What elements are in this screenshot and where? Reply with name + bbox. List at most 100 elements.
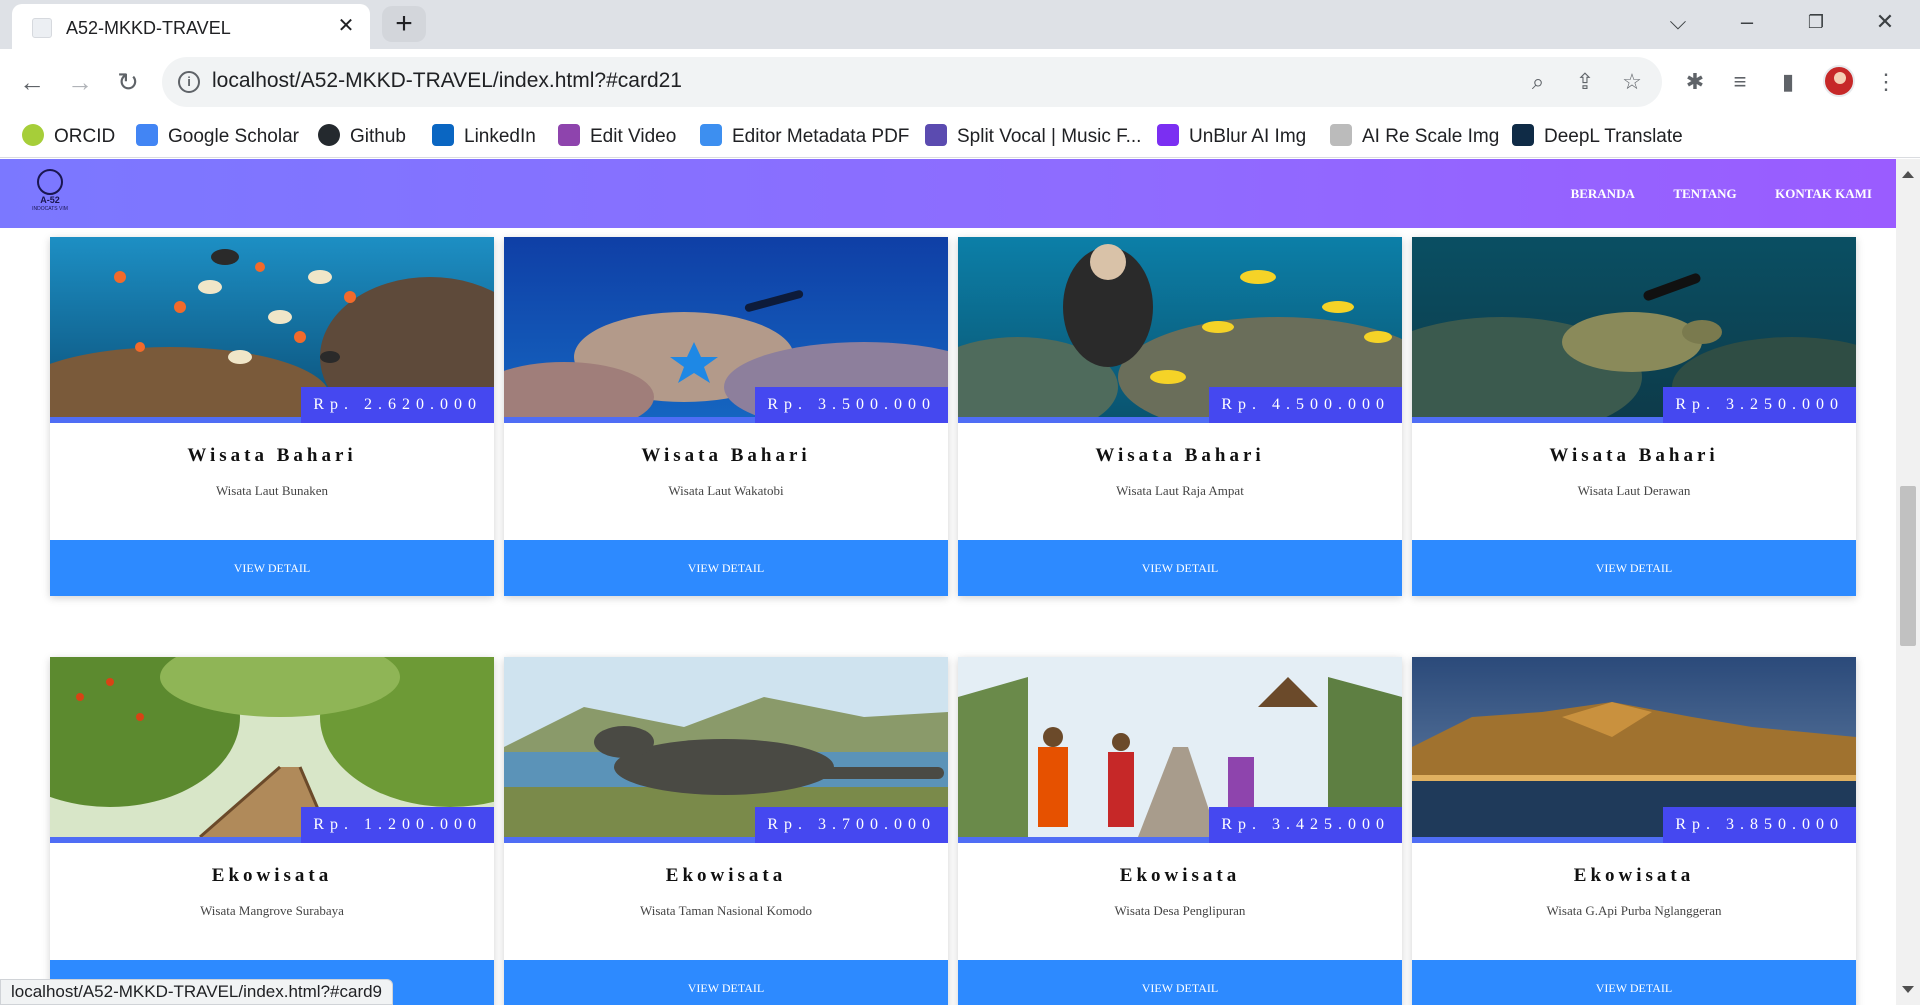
card-subtitle: Wisata Desa Penglipuran — [1114, 903, 1246, 918]
bookmark-label: AI Re Scale Img — [1362, 126, 1500, 147]
restore-icon[interactable]: ❐ — [1794, 8, 1838, 36]
view-detail-button[interactable]: VIEW DETAIL — [50, 540, 494, 596]
view-detail-button[interactable]: VIEW DETAIL — [504, 960, 948, 1005]
unblur-icon — [1157, 124, 1179, 146]
bookmark-label: Edit Video — [590, 126, 677, 147]
card-subtitle: Wisata Laut Bunaken — [215, 483, 329, 498]
view-detail-button[interactable]: VIEW DETAIL — [1412, 540, 1856, 596]
zoom-icon[interactable]: ⌕ — [1524, 68, 1552, 96]
scrollbar-thumb[interactable] — [1900, 486, 1916, 646]
window-close-icon[interactable]: ✕ — [1863, 8, 1907, 36]
forward-arrow-icon[interactable]: → — [62, 64, 98, 100]
bookmark-split-vocal[interactable]: Split Vocal | Music F... — [925, 124, 1141, 150]
view-detail-button[interactable]: VIEW DETAIL — [958, 960, 1402, 1005]
extensions-puzzle-icon[interactable]: ✱ — [1678, 65, 1712, 99]
tab-search-chevron-icon[interactable]: ⌵ — [1656, 8, 1700, 36]
profile-avatar[interactable] — [1823, 65, 1855, 97]
bookmark-deepl[interactable]: DeepL Translate — [1512, 124, 1683, 150]
bookmark-github[interactable]: Github — [318, 124, 406, 150]
media-queue-icon[interactable]: ≡ — [1723, 65, 1757, 99]
minimize-icon[interactable]: – — [1725, 8, 1769, 36]
view-detail-button[interactable]: VIEW DETAIL — [958, 540, 1402, 596]
scroll-up-arrow-icon[interactable] — [1902, 171, 1914, 178]
address-bar[interactable]: i localhost/A52-MKKD-TRAVEL/index.html?#… — [162, 57, 1662, 107]
nav-tentang[interactable]: TENTANG — [1673, 186, 1736, 202]
bookmark-edit-video[interactable]: Edit Video — [558, 124, 676, 150]
bookmark-label: Editor Metadata PDF — [732, 126, 910, 147]
edit-video-icon — [558, 124, 580, 146]
nav-beranda[interactable]: BERANDA — [1571, 186, 1635, 202]
price-badge: Rp. 2.620.000 — [301, 387, 494, 423]
tour-card: Rp. 3.700.000 Ekowisata Wisata Taman Nas… — [504, 657, 948, 1005]
bookmark-orcid[interactable]: ORCID — [22, 124, 115, 150]
rescale-icon — [1330, 124, 1352, 146]
reload-icon[interactable]: ↻ — [110, 64, 146, 100]
split-vocal-icon — [925, 124, 947, 146]
bookmark-google-scholar[interactable]: Google Scholar — [136, 124, 299, 150]
bookmark-star-icon[interactable]: ☆ — [1618, 68, 1646, 96]
price-badge: Rp. 3.500.000 — [755, 387, 948, 423]
bookmark-label: Github — [350, 126, 406, 147]
tour-card: Rp. 3.250.000 Wisata Bahari Wisata Laut … — [1412, 237, 1856, 596]
price-badge: Rp. 1.200.000 — [301, 807, 494, 843]
tour-card: Rp. 3.850.000 Ekowisata Wisata G.Api Pur… — [1412, 657, 1856, 1005]
tour-card: Rp. 2.620.000 Wisata Bahari Wisata Laut … — [50, 237, 494, 596]
card-title: Wisata Bahari — [641, 445, 811, 466]
card-title: Ekowisata — [1573, 865, 1695, 886]
site-logo[interactable]: A-52 INDOCATS VIM — [26, 169, 74, 219]
card-title: Wisata Bahari — [1095, 445, 1265, 466]
card-subtitle: Wisata Mangrove Surabaya — [200, 903, 344, 918]
site-navbar: A-52 INDOCATS VIM BERANDA TENTANG KONTAK… — [0, 159, 1896, 228]
card-title: Ekowisata — [665, 865, 787, 886]
tab-title: A52-MKKD-TRAVEL — [66, 18, 231, 38]
share-icon[interactable]: ⇪ — [1571, 68, 1599, 96]
card-title: Wisata Bahari — [1549, 445, 1719, 466]
price-badge: Rp. 3.250.000 — [1663, 387, 1856, 423]
tour-card: Rp. 4.500.000 Wisata Bahari Wisata Laut … — [958, 237, 1402, 596]
logo-subtext: INDOCATS VIM — [32, 206, 68, 212]
menu-kebab-icon[interactable]: ⋮ — [1869, 65, 1903, 99]
view-detail-button[interactable]: VIEW DETAIL — [504, 540, 948, 596]
bookmark-unblur[interactable]: UnBlur AI Img — [1157, 124, 1306, 150]
page-scrollbar[interactable] — [1896, 159, 1920, 1005]
site-nav-links: BERANDA TENTANG KONTAK KAMI — [1537, 185, 1872, 203]
github-icon — [318, 124, 340, 146]
bookmark-linkedin[interactable]: LinkedIn — [432, 124, 536, 150]
back-arrow-icon[interactable]: ← — [14, 64, 50, 100]
scroll-down-arrow-icon[interactable] — [1902, 986, 1914, 993]
card-title: Ekowisata — [211, 865, 333, 886]
bookmark-label: Split Vocal | Music F... — [957, 126, 1142, 147]
browser-tab[interactable]: A52-MKKD-TRAVEL ✕ — [12, 4, 370, 49]
card-title: Wisata Bahari — [187, 445, 357, 466]
bookmark-ai-rescale[interactable]: AI Re Scale Img — [1330, 124, 1499, 150]
page-favicon-icon — [32, 18, 52, 38]
browser-toolbar: ← → ↻ i localhost/A52-MKKD-TRAVEL/index.… — [0, 49, 1920, 116]
bookmark-label: LinkedIn — [464, 126, 536, 147]
bookmark-editor-metadata-pdf[interactable]: Editor Metadata PDF — [700, 124, 909, 150]
url-text[interactable]: localhost/A52-MKKD-TRAVEL/index.html?#ca… — [212, 69, 682, 93]
tour-card: Rp. 3.425.000 Ekowisata Wisata Desa Peng… — [958, 657, 1402, 1005]
logo-text: A-52 — [40, 195, 60, 205]
price-badge: Rp. 3.425.000 — [1209, 807, 1402, 843]
orcid-icon — [22, 124, 44, 146]
link-status-bar: localhost/A52-MKKD-TRAVEL/index.html?#ca… — [0, 979, 394, 1005]
card-title: Ekowisata — [1119, 865, 1241, 886]
card-subtitle: Wisata Laut Derawan — [1577, 483, 1691, 498]
bookmark-label: UnBlur AI Img — [1189, 126, 1307, 147]
bookmark-label: Google Scholar — [168, 126, 299, 147]
linkedin-icon — [432, 124, 454, 146]
price-badge: Rp. 3.700.000 — [755, 807, 948, 843]
nav-kontak-kami[interactable]: KONTAK KAMI — [1775, 186, 1872, 202]
bookmark-label: ORCID — [54, 126, 116, 147]
price-badge: Rp. 4.500.000 — [1209, 387, 1402, 423]
view-detail-button[interactable]: VIEW DETAIL — [1412, 960, 1856, 1005]
close-tab-icon[interactable]: ✕ — [334, 14, 358, 38]
bookmark-label: DeepL Translate — [1544, 126, 1683, 147]
card-subtitle: Wisata G.Api Purba Nglanggeran — [1546, 903, 1722, 918]
page-viewport: A-52 INDOCATS VIM BERANDA TENTANG KONTAK… — [0, 159, 1920, 1005]
card-subtitle: Wisata Laut Wakatobi — [668, 483, 784, 498]
site-info-icon[interactable]: i — [178, 71, 200, 93]
new-tab-button[interactable]: + — [382, 6, 426, 42]
tab-strip: A52-MKKD-TRAVEL ✕ + ⌵ – ❐ ✕ — [0, 0, 1920, 49]
side-panel-icon[interactable]: ▮ — [1771, 65, 1805, 99]
